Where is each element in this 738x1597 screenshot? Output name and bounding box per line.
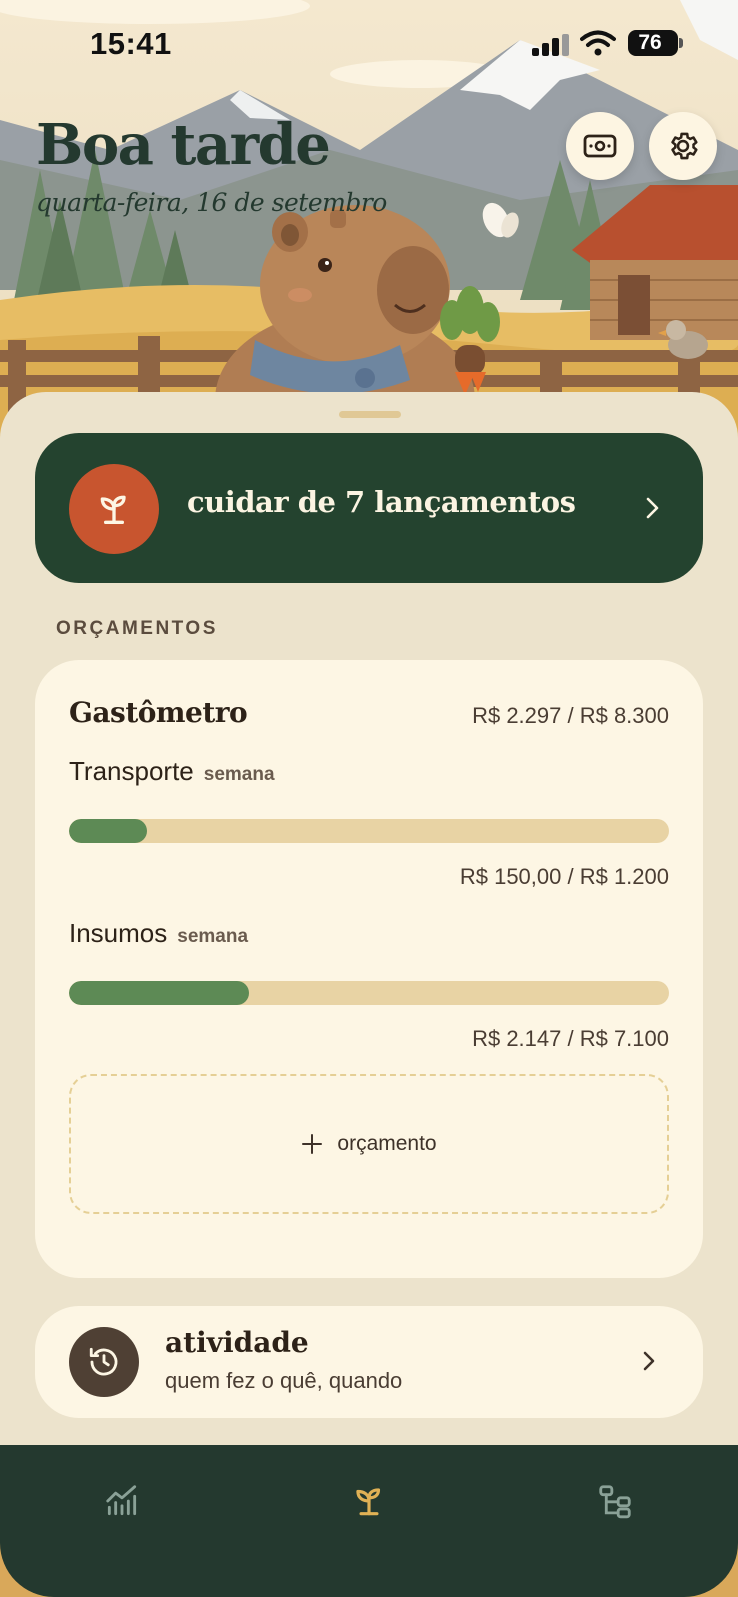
cellular-signal-icon — [532, 34, 569, 56]
budget-category-period: semana — [177, 926, 249, 947]
budget-card: Gastômetro R$ 2.297 / R$ 8.300 Transport… — [35, 660, 703, 1278]
sprout-icon — [356, 1488, 381, 1516]
sheet-grabber[interactable] — [339, 411, 401, 418]
budget-category-name: Insumos — [69, 918, 168, 948]
money-button[interactable] — [566, 112, 634, 180]
greeting-title: Boa tarde — [36, 112, 331, 178]
plus-icon — [302, 1134, 323, 1154]
budget-category-row[interactable]: Transporte semana — [69, 756, 275, 787]
chevron-right-icon — [646, 497, 659, 519]
activity-card[interactable]: atividade quem fez o quê, quando — [35, 1306, 703, 1418]
battery-level: 76 — [638, 31, 662, 54]
budget-category-period: semana — [203, 764, 275, 785]
budget-progress-track — [69, 981, 669, 1005]
content-sheet: cuidar de 7 lançamentos ORÇAMENTOS Gastô… — [0, 392, 738, 1492]
budget-category-amount: R$ 150,00 / R$ 1.200 — [459, 864, 669, 889]
activity-icon-circle — [69, 1327, 139, 1397]
activity-subtitle: quem fez o quê, quando — [165, 1368, 403, 1393]
settings-button[interactable] — [649, 112, 717, 180]
budget-category-amount: R$ 2.147 / R$ 7.100 — [472, 1026, 669, 1051]
battery-tip — [679, 38, 683, 48]
history-icon — [89, 1347, 118, 1376]
date-subtitle: quarta-feira, 16 de setembro — [36, 188, 387, 217]
battery-indicator: 76 — [628, 30, 678, 56]
pending-entries-label: cuidar de 7 lançamentos — [187, 485, 576, 519]
chevron-right-icon — [643, 1351, 655, 1371]
sprout-icon — [100, 495, 126, 524]
budget-progress-track — [69, 819, 669, 843]
tab-categories[interactable] — [585, 1475, 645, 1527]
status-time: 15:41 — [90, 26, 172, 61]
chart-icon — [106, 1485, 137, 1516]
add-budget-label: orçamento — [337, 1132, 437, 1155]
budget-category-name: Transporte — [69, 756, 194, 786]
pending-entries-card[interactable]: cuidar de 7 lançamentos — [35, 433, 703, 583]
gear-icon — [671, 132, 698, 160]
status-bar: 15:41 76 — [0, 0, 738, 90]
bottom-tab-bar — [0, 1445, 738, 1597]
activity-title: atividade — [165, 1326, 309, 1359]
pending-icon-circle — [69, 464, 159, 554]
budget-progress-fill — [69, 819, 147, 843]
tree-icon — [599, 1485, 631, 1519]
banknote-icon — [583, 134, 617, 158]
tab-reports[interactable] — [92, 1475, 152, 1527]
budget-card-title: Gastômetro — [69, 696, 248, 729]
add-budget-button[interactable]: orçamento — [69, 1074, 669, 1214]
tab-home[interactable] — [339, 1475, 399, 1527]
budgets-section-label: ORÇAMENTOS — [56, 618, 218, 639]
budget-category-row[interactable]: Insumos semana — [69, 918, 248, 949]
wifi-icon — [580, 30, 616, 56]
budget-progress-fill — [69, 981, 249, 1005]
budget-total: R$ 2.297 / R$ 8.300 — [472, 703, 669, 728]
